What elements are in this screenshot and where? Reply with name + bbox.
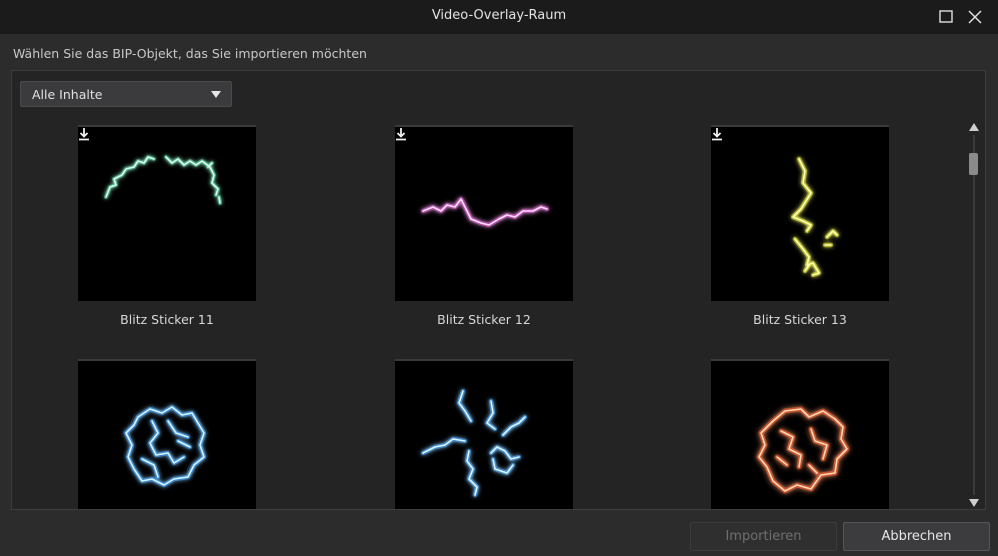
lightning-sticker-16-preview: [756, 406, 850, 494]
sticker-item[interactable]: [711, 359, 889, 509]
sticker-thumbnail: [395, 125, 573, 301]
sticker-item[interactable]: Blitz Sticker 12: [395, 125, 573, 327]
sticker-item[interactable]: Blitz Sticker 13: [711, 125, 889, 327]
chevron-down-icon: [211, 91, 221, 98]
scroll-down-arrow-icon[interactable]: [969, 499, 979, 507]
sticker-thumbnail: [711, 125, 889, 301]
scroll-up-arrow-icon[interactable]: [969, 123, 979, 131]
sticker-label: Blitz Sticker 11: [120, 312, 214, 327]
download-icon[interactable]: [78, 127, 90, 141]
scroll-thumb[interactable]: [969, 153, 978, 175]
content-filter-dropdown[interactable]: Alle Inhalte: [20, 81, 232, 107]
lightning-sticker-13-preview: [790, 156, 840, 278]
content-panel: Alle Inhalte Blitz Sticker 11 Blitz Stic…: [11, 70, 986, 510]
sticker-item[interactable]: [78, 359, 256, 509]
sticker-item[interactable]: Blitz Sticker 11: [78, 125, 256, 327]
sticker-thumbnail: [78, 125, 256, 301]
sticker-thumbnail: [78, 359, 256, 509]
sticker-label: Blitz Sticker 12: [437, 312, 531, 327]
sticker-item[interactable]: [395, 359, 573, 509]
import-button[interactable]: Importieren: [690, 522, 837, 551]
lightning-sticker-12-preview: [420, 196, 550, 228]
cancel-button[interactable]: Abbrechen: [843, 522, 990, 551]
sticker-thumbnail: [395, 359, 573, 509]
lightning-sticker-14-preview: [123, 404, 207, 488]
close-icon[interactable]: [964, 6, 986, 28]
sticker-grid: Blitz Sticker 11 Blitz Sticker 12 Blitz …: [12, 125, 962, 509]
instruction-text: Wählen Sie das BIP-Objekt, das Sie impor…: [13, 46, 367, 61]
maximize-icon[interactable]: [935, 6, 957, 28]
vertical-scrollbar[interactable]: [968, 121, 980, 509]
download-icon[interactable]: [711, 127, 723, 141]
window-title: Video-Overlay-Raum: [431, 8, 567, 23]
download-icon[interactable]: [395, 127, 407, 141]
lightning-sticker-11-preview: [104, 155, 222, 205]
sticker-label: Blitz Sticker 13: [753, 312, 847, 327]
sticker-thumbnail: [711, 359, 889, 509]
scroll-track[interactable]: [973, 135, 975, 495]
filter-selected-value: Alle Inhalte: [32, 87, 103, 102]
lightning-sticker-15-preview: [420, 388, 528, 498]
title-bar: Video-Overlay-Raum: [0, 0, 998, 34]
